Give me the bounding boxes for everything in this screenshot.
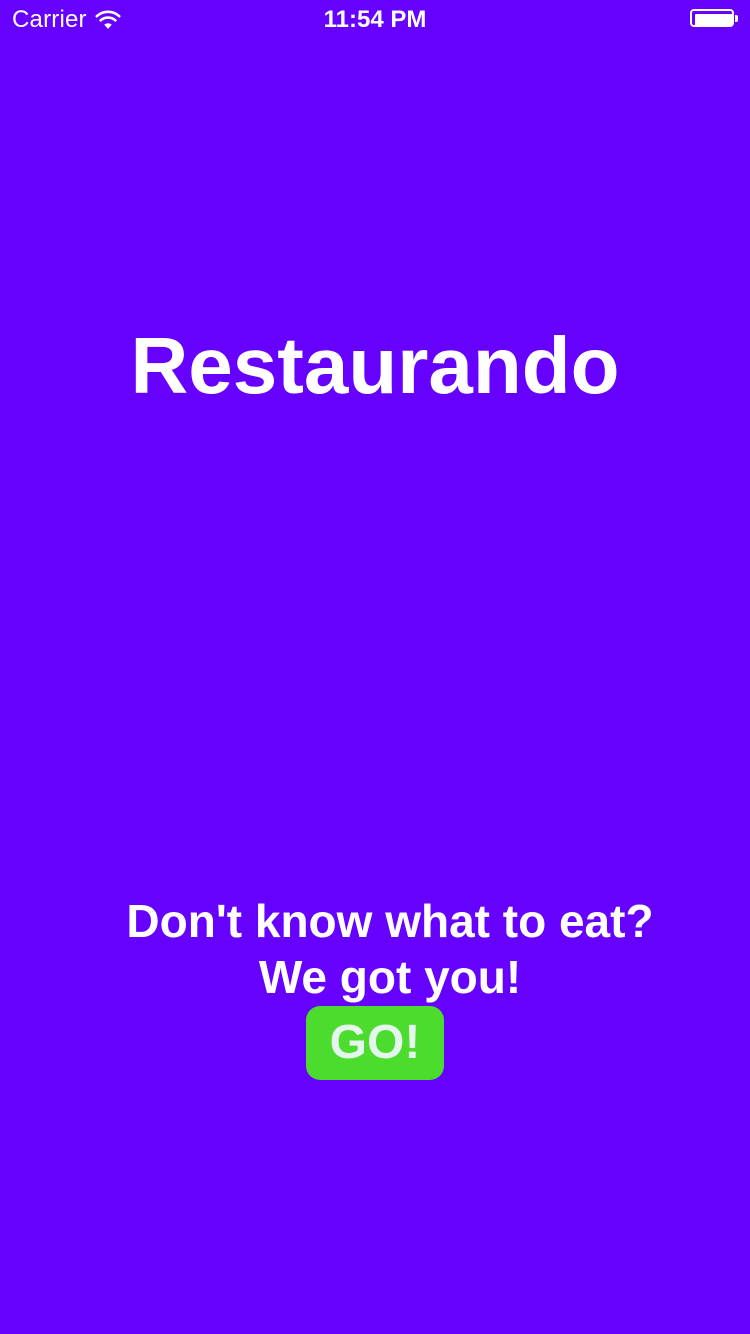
battery-body xyxy=(690,9,734,27)
status-time: 11:54 PM xyxy=(323,6,427,33)
tagline-line-1: Don't know what to eat? xyxy=(126,895,654,947)
tagline: Don't know what to eat? We got you! xyxy=(0,893,750,1005)
battery-icon xyxy=(690,9,740,31)
go-button[interactable]: GO! xyxy=(306,1006,444,1080)
tagline-line-2: We got you! xyxy=(258,951,522,1003)
status-bar: Carrier 11:54 PM xyxy=(0,0,750,40)
battery-fill xyxy=(695,14,733,26)
app-title: Restaurando xyxy=(130,321,620,410)
battery-tip xyxy=(735,15,738,22)
